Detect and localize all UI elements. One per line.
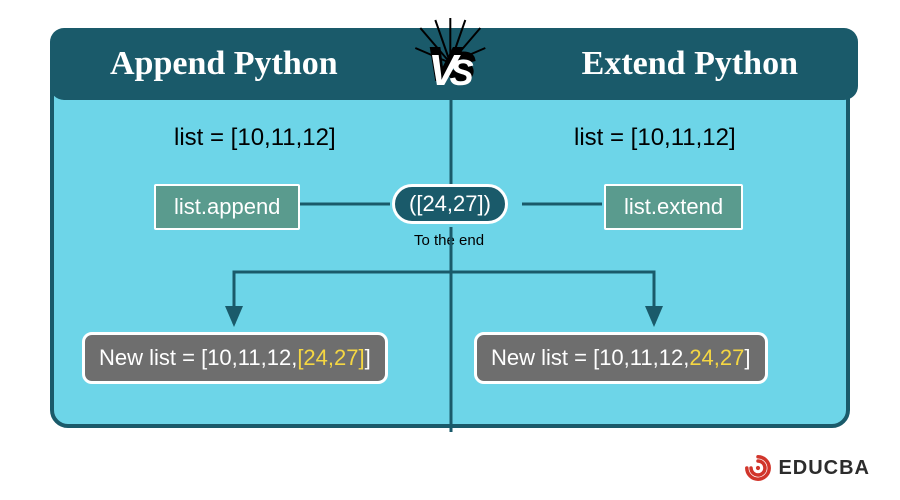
right-list-code: list = [10,11,12] — [574, 124, 736, 152]
vs-text: VS VS — [428, 40, 471, 90]
right-method-box: list.extend — [604, 184, 743, 230]
argument-pill: ([24,27]) — [392, 184, 508, 224]
to-end-label: To the end — [414, 232, 484, 249]
diagram-frame: Append Python Extend Python VS VS list =… — [50, 28, 850, 428]
title-left: Append Python — [110, 45, 338, 83]
brand-name: EDUCBA — [778, 457, 870, 480]
swirl-icon — [744, 454, 772, 482]
left-result-prefix: New list = [10,11,12, — [99, 345, 297, 370]
right-result-highlight: 24,27 — [689, 345, 744, 370]
right-result-prefix: New list = [10,11,12, — [491, 345, 689, 370]
left-result-box: New list = [10,11,12,[24,27]] — [82, 332, 388, 384]
brand-logo: EDUCBA — [744, 454, 870, 482]
left-method-box: list.append — [154, 184, 300, 230]
left-result-suffix: ] — [365, 345, 371, 370]
left-list-code: list = [10,11,12] — [174, 124, 336, 152]
right-result-box: New list = [10,11,12,24,27] — [474, 332, 768, 384]
title-right: Extend Python — [582, 45, 798, 83]
left-result-highlight: [24,27] — [297, 345, 364, 370]
vs-badge: VS VS — [428, 40, 471, 90]
right-result-suffix: ] — [744, 345, 750, 370]
